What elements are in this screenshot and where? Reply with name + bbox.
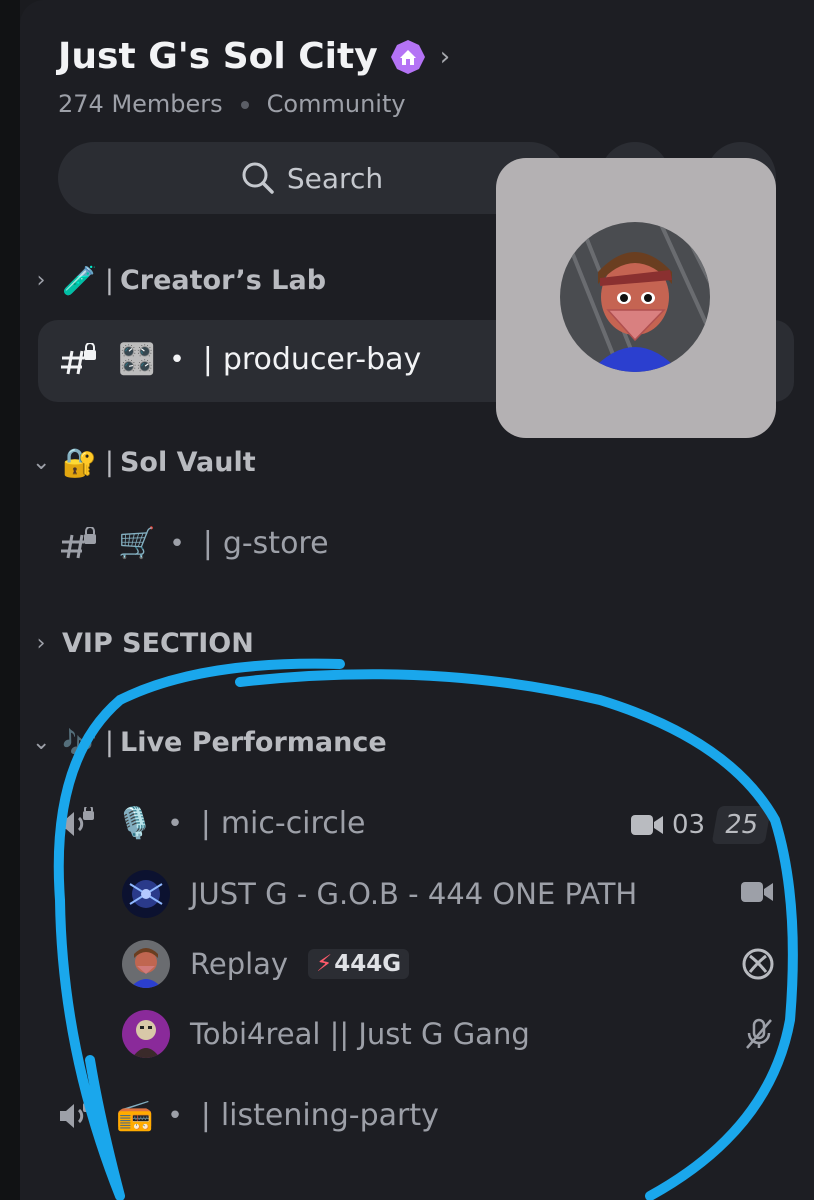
search-button[interactable]: Search (58, 142, 566, 214)
lock-key-icon: 🔐 (62, 446, 97, 479)
server-type: Community (266, 90, 406, 118)
server-rail (0, 0, 20, 1200)
user-limit: 25 (711, 806, 772, 844)
locked-voice-channel-icon (60, 806, 94, 836)
server-name: Just G's Sol City (58, 36, 378, 77)
musical-notes-icon: 🎶 (62, 726, 97, 759)
category-vip-section[interactable]: › VIP SECTION (32, 628, 254, 659)
category-sol-vault[interactable]: ⌄ 🔐 | Sol Vault (32, 446, 256, 479)
channel-label: g-store (222, 526, 329, 561)
radio-icon: 📻 (116, 1098, 154, 1133)
xbox-icon (742, 948, 774, 980)
chevron-down-icon: ⌄ (32, 450, 51, 475)
server-header[interactable]: Just G's Sol City › (58, 36, 450, 77)
channel-g-store[interactable]: 🛒 • | g-store (58, 526, 329, 561)
chevron-right-icon: › (36, 268, 46, 293)
microphone-icon: 🎙️ (116, 806, 154, 841)
locked-text-channel-icon (61, 526, 96, 558)
search-icon (242, 162, 274, 194)
voice-member[interactable]: JUST G - G.O.B - 444 ONE PATH (122, 870, 637, 918)
member-name: Replay (190, 947, 289, 981)
avatar (122, 1010, 170, 1058)
channel-label: producer-bay (222, 342, 422, 377)
category-creators-lab[interactable]: › 🧪 | Creator’s Lab (32, 264, 326, 297)
video-icon (741, 882, 773, 902)
connected-count: 03 (672, 810, 706, 840)
search-label: Search (286, 161, 384, 195)
server-meta: 274 Members Community (58, 90, 406, 118)
lightning-icon: ⚡ (316, 951, 333, 977)
muted-mic-icon (746, 1018, 772, 1049)
voice-channel-listening-party[interactable]: 📻 • | listening-party (58, 1098, 439, 1133)
category-label: VIP SECTION (62, 628, 254, 659)
voice-user-count: 03 25 (630, 806, 772, 844)
channel-label: mic-circle (220, 806, 366, 841)
voice-member[interactable]: Tobi4real || Just G Gang (122, 1010, 530, 1058)
chevron-down-icon: ⌄ (32, 730, 51, 755)
chevron-right-icon: › (439, 41, 451, 72)
category-live-performance[interactable]: ⌄ 🎶 | Live Performance (32, 726, 387, 759)
channel-producer-bay[interactable]: 🎛️ • | producer-bay (58, 342, 421, 377)
member-tag: ⚡444G (308, 949, 410, 979)
member-count: 274 Members (58, 90, 223, 118)
locked-text-channel-icon (61, 342, 96, 374)
voice-channel-mic-circle[interactable]: 🎙️ • | mic-circle (58, 806, 365, 841)
channel-label: listening-party (220, 1098, 439, 1133)
chevron-right-icon: › (36, 631, 46, 656)
boost-badge-icon (390, 39, 425, 74)
category-label: Creator’s Lab (119, 265, 327, 296)
profile-popover (496, 158, 776, 438)
locked-voice-channel-icon (60, 1098, 94, 1128)
category-label: Live Performance (119, 727, 387, 758)
test-tube-icon: 🧪 (62, 264, 97, 297)
profile-picture (560, 222, 710, 372)
category-label: Sol Vault (119, 447, 256, 478)
control-knobs-icon: 🎛️ (118, 342, 156, 377)
member-name: JUST G - G.O.B - 444 ONE PATH (190, 877, 638, 911)
member-name: Tobi4real || Just G Gang (190, 1017, 530, 1051)
voice-member[interactable]: Replay ⚡444G (122, 940, 410, 988)
avatar (122, 940, 170, 988)
video-icon (631, 815, 663, 835)
avatar (122, 870, 170, 918)
separator-dot (240, 101, 249, 109)
shopping-cart-icon: 🛒 (118, 526, 156, 561)
